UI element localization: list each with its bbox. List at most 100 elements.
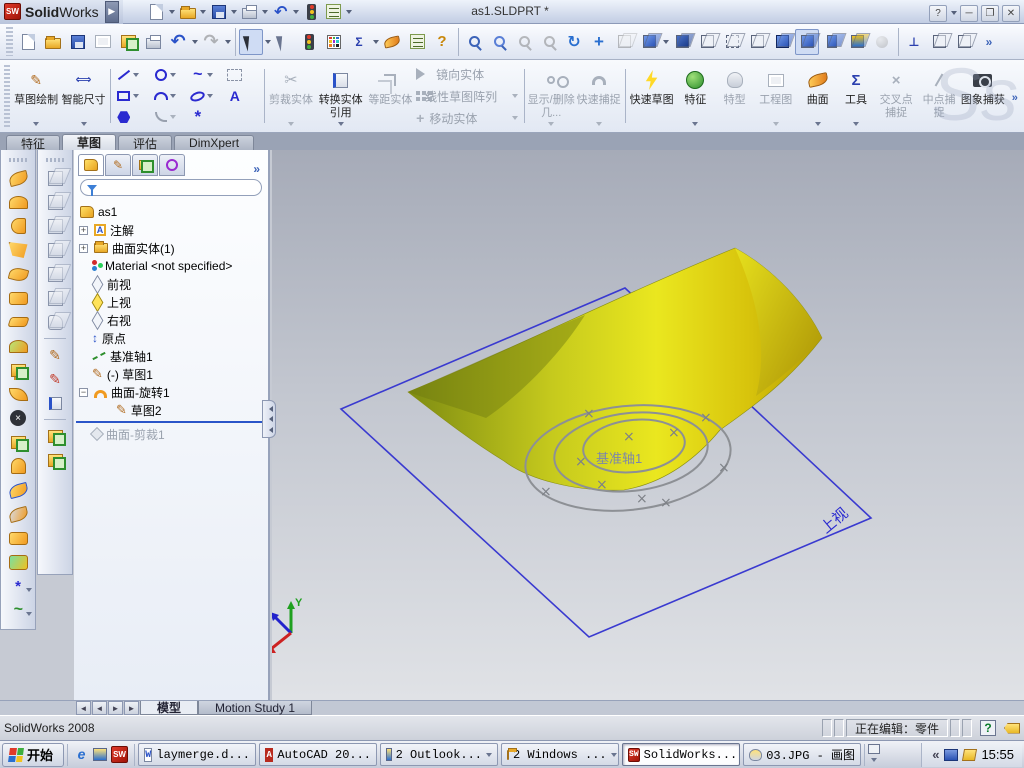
linear-sketch-pattern-button[interactable]: 线性草图阵列 xyxy=(416,86,522,106)
select-box-tool[interactable] xyxy=(226,67,260,83)
tree-item-surface-trim1[interactable]: 曲面-剪裁1 xyxy=(76,425,268,443)
tree-item-axis1[interactable]: 基准轴1 xyxy=(76,347,268,365)
zoom-in-out-button[interactable] xyxy=(537,29,561,55)
view-orientation-button[interactable] xyxy=(637,29,661,55)
language-bar[interactable] xyxy=(864,743,882,766)
sketch-fillet-tool[interactable] xyxy=(152,109,186,125)
task-word[interactable]: Wlaymerge.d... xyxy=(138,743,257,766)
instant3d-button[interactable]: 特型 xyxy=(715,62,753,130)
spline-tool[interactable]: ~ xyxy=(189,66,223,83)
delete-face-button[interactable]: × xyxy=(5,407,31,429)
realview-button[interactable] xyxy=(845,29,869,55)
left-view-button[interactable] xyxy=(42,215,68,237)
expand-icon[interactable]: + xyxy=(79,225,88,235)
swept-surface-button[interactable] xyxy=(5,215,31,237)
model-tab[interactable]: 模型 xyxy=(140,701,199,715)
smart-dimension-button[interactable]: ⟺ 智能尺寸 xyxy=(60,62,107,130)
revolved-surface-button[interactable] xyxy=(5,191,31,213)
undo-icon[interactable]: ↶ xyxy=(271,2,291,22)
task-solidworks[interactable]: SW SolidWorks... xyxy=(622,743,741,766)
tree-item-right-plane[interactable]: 右视 xyxy=(76,310,268,330)
polygon-tool[interactable] xyxy=(115,109,149,125)
tree-filter-input[interactable] xyxy=(101,181,255,194)
bottom-view-button[interactable] xyxy=(42,287,68,309)
tree-item-sketch1[interactable]: ✎ (-) 草图1 xyxy=(76,365,268,383)
wireframe-plain-button[interactable] xyxy=(745,29,769,55)
options-button[interactable] xyxy=(405,29,429,55)
rebuild-button[interactable] xyxy=(297,29,321,55)
prev-tab-button[interactable]: ◄ xyxy=(92,701,107,715)
3d-sketch-button[interactable] xyxy=(42,392,68,414)
intersection-snap-button[interactable]: × 交叉点捕捉 xyxy=(874,62,918,130)
ellipse-tool[interactable] xyxy=(189,88,223,104)
undo-list-dropdown[interactable] xyxy=(191,32,198,52)
3d-drawing-view-button[interactable] xyxy=(612,29,636,55)
thicken-button[interactable] xyxy=(5,551,31,573)
help-button-toolbar[interactable]: ? xyxy=(430,29,454,55)
menu-expand-arrow[interactable]: ▶ xyxy=(104,0,119,23)
top-view-button[interactable] xyxy=(42,263,68,285)
tab-dimxpert[interactable]: DimXpert xyxy=(174,135,255,150)
drawing-button[interactable]: 工程图 xyxy=(754,62,798,130)
tab-features[interactable]: 特征 xyxy=(6,135,61,151)
hidden-lines-visible-button[interactable] xyxy=(695,29,719,55)
minimize-button[interactable]: ─ xyxy=(960,4,978,22)
task-paint[interactable]: 03.JPG - 画图 xyxy=(743,743,862,766)
tree-item-sketch2[interactable]: ✎ 草图2 xyxy=(76,401,268,419)
arc-tool[interactable] xyxy=(152,88,186,104)
undo-button[interactable]: ↶ xyxy=(166,29,190,55)
line-tool[interactable] xyxy=(115,67,149,83)
isometric-view-button[interactable] xyxy=(42,311,68,333)
rectangle-tool[interactable] xyxy=(115,88,149,104)
start-button[interactable]: 开始 xyxy=(2,742,65,767)
tree-item-surface-bodies[interactable]: + 曲面实体(1) xyxy=(76,239,268,257)
offset-surface-button[interactable] xyxy=(5,359,31,381)
dimension-button[interactable]: ✎ xyxy=(42,368,68,390)
open-button[interactable] xyxy=(41,29,65,55)
camera-view-button[interactable] xyxy=(952,29,976,55)
new-sketch-button[interactable]: ✎ xyxy=(42,344,68,366)
redo-button[interactable]: ↷ xyxy=(199,29,223,55)
make-drawing-button[interactable] xyxy=(91,29,115,55)
new-button[interactable] xyxy=(16,29,40,55)
reference-triad-button[interactable]: ⊥ xyxy=(902,29,926,55)
open-dropdown[interactable] xyxy=(200,2,207,22)
text-tool[interactable]: A xyxy=(226,88,260,104)
shadows-button[interactable] xyxy=(870,29,894,55)
expand-icon[interactable]: + xyxy=(79,243,88,253)
print-button[interactable] xyxy=(141,29,165,55)
manager-tabs-overflow-chevron[interactable]: » xyxy=(253,162,264,176)
tab-evaluate[interactable]: 评估 xyxy=(118,135,173,151)
tag-icon[interactable] xyxy=(1004,722,1020,734)
task-autocad[interactable]: A AutoCAD 20... xyxy=(259,743,378,766)
mirror-entities-button[interactable]: 镜向实体 xyxy=(416,64,522,84)
select-button[interactable] xyxy=(239,28,263,55)
help-button[interactable]: ? xyxy=(929,4,947,22)
print-dropdown[interactable] xyxy=(262,2,269,22)
plane-name-label[interactable]: 上视 xyxy=(818,505,852,537)
tree-item-part[interactable]: as1 xyxy=(76,203,268,221)
surfaces-button[interactable]: 曲面 xyxy=(798,62,838,130)
front-view-button[interactable] xyxy=(42,167,68,189)
trim-entities-button[interactable]: ✂ 剪裁实体 xyxy=(267,62,314,130)
knit-surface-button[interactable] xyxy=(5,455,31,477)
boundary-surface-button[interactable] xyxy=(5,263,31,285)
toolbar-grip[interactable] xyxy=(6,27,13,56)
display-delete-relations-button[interactable]: 显示/删除几... xyxy=(527,62,575,130)
status-help-icon[interactable]: ? xyxy=(980,720,996,736)
tree-item-front-plane[interactable]: 前视 xyxy=(76,274,268,294)
motion-study-tab[interactable]: Motion Study 1 xyxy=(198,701,313,715)
pan-button[interactable]: + xyxy=(587,29,611,55)
first-tab-button[interactable]: ◄ xyxy=(76,701,91,715)
tree-item-annotations[interactable]: + A 注解 xyxy=(76,221,268,239)
task-outlook-group[interactable]: 2 Outlook... xyxy=(380,743,499,766)
tree-item-top-plane[interactable]: 上视 xyxy=(76,292,268,312)
panel-splitter-handle[interactable] xyxy=(262,400,276,438)
new-document-icon[interactable] xyxy=(147,2,167,22)
restore-button[interactable]: ❐ xyxy=(981,4,999,22)
offset-entities-button[interactable]: 等距实体 xyxy=(367,62,414,130)
apply-scene-button[interactable] xyxy=(927,29,951,55)
section-view-button[interactable] xyxy=(820,29,844,55)
edit-part-button[interactable] xyxy=(42,425,68,447)
collapse-icon[interactable]: − xyxy=(79,387,88,397)
